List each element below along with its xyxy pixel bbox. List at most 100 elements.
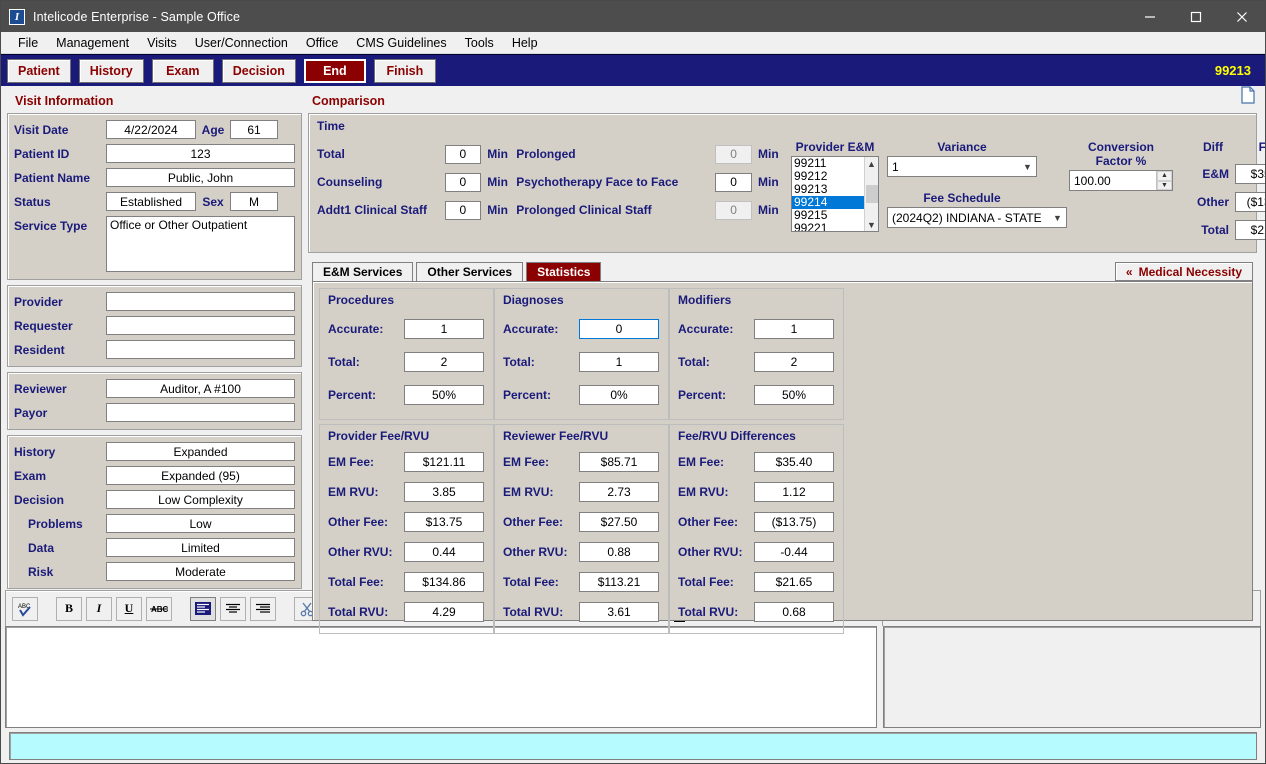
requester-field[interactable]	[106, 316, 295, 335]
sex-field[interactable]: M	[230, 192, 278, 211]
history-level-label: History	[14, 444, 56, 459]
menu-item-management[interactable]: Management	[47, 34, 138, 52]
variance-combobox[interactable]: 1 ▼	[887, 156, 1037, 177]
nav-button-finish[interactable]: Finish	[373, 58, 436, 83]
procedures-percent-field[interactable]: 50%	[404, 384, 484, 405]
provider-em-fee-field[interactable]: $121.11	[404, 452, 484, 472]
nav-button-end[interactable]: End	[303, 58, 366, 83]
bold-icon[interactable]: B	[56, 596, 82, 621]
provider-total-fee-label: Total Fee:	[328, 575, 384, 589]
minimize-button[interactable]	[1127, 1, 1173, 32]
diff-em-rvu-field[interactable]: 1.12	[754, 482, 834, 502]
provider-total-rvu-field[interactable]: 4.29	[404, 602, 484, 622]
modifiers-total-field[interactable]: 2	[754, 351, 834, 372]
visit-date-field[interactable]: 4/22/2024	[106, 120, 196, 139]
menu-item-help[interactable]: Help	[503, 34, 547, 52]
fee-schedule-combobox[interactable]: (2024Q2) INDIANA - STATE ▼	[887, 207, 1067, 228]
procedures-title: Procedures	[328, 293, 395, 307]
modifiers-accurate-field[interactable]: 1	[754, 318, 834, 339]
prolonged-clinical-staff-field[interactable]: 0	[715, 200, 753, 220]
note-editor[interactable]	[5, 626, 877, 728]
provider-total-fee-field[interactable]: $134.86	[404, 572, 484, 592]
maximize-button[interactable]	[1173, 1, 1219, 32]
menu-item-tools[interactable]: Tools	[456, 34, 503, 52]
diagnoses-percent-field[interactable]: 0%	[579, 384, 659, 405]
diff-em-fee-field[interactable]: $35.40	[754, 452, 834, 472]
tab-em-services[interactable]: E&M Services	[312, 262, 414, 281]
underline-icon[interactable]: U	[116, 596, 142, 621]
diff-total-rvu-field[interactable]: 0.68	[754, 602, 834, 622]
nav-button-history[interactable]: History	[78, 58, 144, 83]
align-center-icon[interactable]	[220, 596, 246, 621]
diff-total-fee-field[interactable]: $21.65	[754, 572, 834, 592]
tab-other-services[interactable]: Other Services	[416, 262, 524, 281]
patient-id-field[interactable]: 123	[106, 144, 295, 163]
provider-other-rvu-field[interactable]: 0.44	[404, 542, 484, 562]
reviewer-other-fee-field[interactable]: $27.50	[579, 512, 659, 532]
service-type-field[interactable]: Office or Other Outpatient	[106, 216, 295, 272]
addt-clinical-staff-field[interactable]: 0	[444, 200, 482, 220]
reviewer-total-fee-field[interactable]: $113.21	[579, 572, 659, 592]
problems-field[interactable]: Low	[106, 514, 295, 533]
spinner-down-icon[interactable]: ▼	[1157, 180, 1172, 190]
nav-button-decision[interactable]: Decision	[221, 58, 296, 83]
prolonged-field[interactable]: 0	[715, 144, 753, 164]
procedures-accurate-field[interactable]: 1	[404, 318, 484, 339]
menu-item-office[interactable]: Office	[297, 34, 347, 52]
risk-field[interactable]: Moderate	[106, 562, 295, 581]
scroll-down-icon[interactable]: ▼	[867, 218, 876, 231]
italic-icon[interactable]: I	[86, 596, 112, 621]
diagnoses-total-field[interactable]: 1	[579, 351, 659, 372]
chevron-down-icon[interactable]: ▼	[1049, 213, 1066, 223]
align-right-icon[interactable]	[250, 596, 276, 621]
diagnoses-accurate-field[interactable]: 0	[579, 318, 659, 339]
psychotherapy-field[interactable]: 0	[715, 172, 753, 192]
menu-item-cms-guidelines[interactable]: CMS Guidelines	[347, 34, 455, 52]
chevron-down-icon[interactable]: ▼	[1019, 162, 1036, 172]
listbox-scrollbar[interactable]: ▲ ▼	[864, 157, 878, 231]
spellcheck-icon[interactable]: ABC	[12, 596, 38, 621]
conversion-factor-spinner[interactable]: 100.00 ▲ ▼	[1069, 170, 1173, 191]
diff-other-fee-field[interactable]: ($13.75)	[754, 512, 834, 532]
reviewer-field[interactable]: Auditor, A #100	[106, 379, 295, 398]
status-field[interactable]: Established	[106, 192, 196, 211]
provider-field[interactable]	[106, 292, 295, 311]
provider-other-fee-field[interactable]: $13.75	[404, 512, 484, 532]
align-left-icon[interactable]	[190, 596, 216, 621]
procedures-total-field[interactable]: 2	[404, 351, 484, 372]
data-field[interactable]: Limited	[106, 538, 295, 557]
reviewer-total-rvu-field[interactable]: 3.61	[579, 602, 659, 622]
history-level-field[interactable]: Expanded	[106, 442, 295, 461]
reviewer-em-fee-field[interactable]: $85.71	[579, 452, 659, 472]
modifiers-percent-field[interactable]: 50%	[754, 384, 834, 405]
resident-field[interactable]	[106, 340, 295, 359]
spinner-up-icon[interactable]: ▲	[1157, 171, 1172, 181]
age-field[interactable]: 61	[230, 120, 278, 139]
scroll-up-icon[interactable]: ▲	[867, 157, 876, 170]
decision-level-field[interactable]: Low Complexity	[106, 490, 295, 509]
strikethrough-icon[interactable]: ABC	[146, 596, 172, 621]
payor-field[interactable]	[106, 403, 295, 422]
close-button[interactable]	[1219, 1, 1265, 32]
reviewer-other-rvu-field[interactable]: 0.88	[579, 542, 659, 562]
provider-em-rvu-field[interactable]: 3.85	[404, 482, 484, 502]
exam-level-field[interactable]: Expanded (95)	[106, 466, 295, 485]
side-note-panel[interactable]	[883, 626, 1261, 728]
list-item[interactable]: 99221	[792, 222, 864, 232]
tab-statistics[interactable]: Statistics	[526, 262, 602, 281]
reviewer-em-rvu-field[interactable]: 2.73	[579, 482, 659, 502]
nav-button-exam[interactable]: Exam	[151, 58, 214, 83]
menu-item-user-connection[interactable]: User/Connection	[186, 34, 297, 52]
provider-em-listbox[interactable]: 99211 99212 99213 99214 99215 99221 ▲ ▼	[791, 156, 879, 232]
medical-necessity-button[interactable]: « Medical Necessity	[1114, 262, 1253, 281]
scrollbar-thumb[interactable]	[865, 185, 878, 203]
document-icon[interactable]	[1241, 86, 1255, 109]
counseling-field[interactable]: 0	[444, 172, 482, 192]
nav-button-patient[interactable]: Patient	[7, 58, 71, 83]
diff-other-rvu-field[interactable]: -0.44	[754, 542, 834, 562]
patient-name-field[interactable]: Public, John	[106, 168, 295, 187]
age-label: Age	[201, 122, 225, 137]
total-time-field[interactable]: 0	[444, 144, 482, 164]
menu-item-visits[interactable]: Visits	[138, 34, 186, 52]
menu-item-file[interactable]: File	[9, 34, 47, 52]
